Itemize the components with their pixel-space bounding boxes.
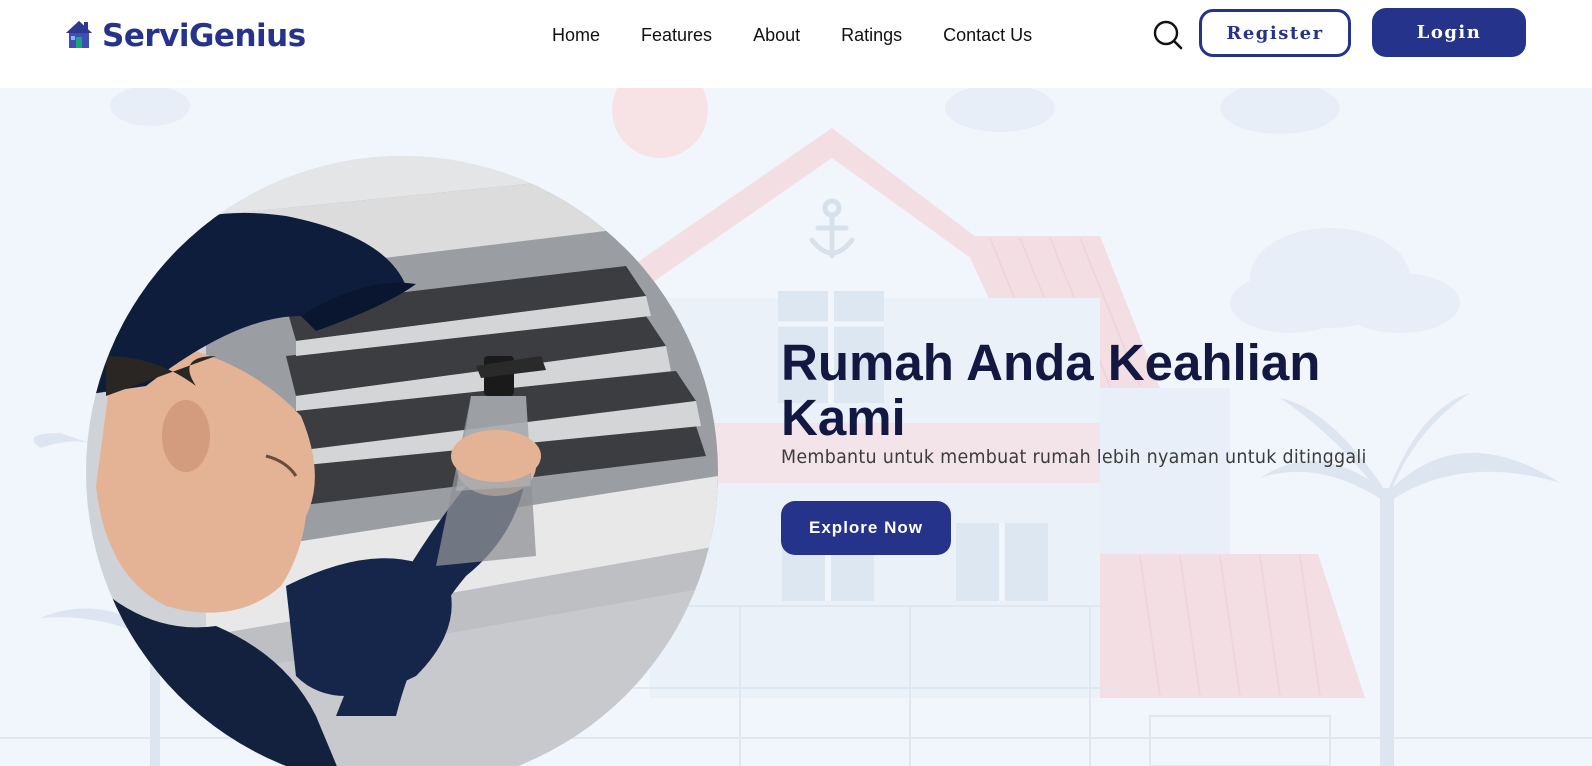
- nav-features[interactable]: Features: [641, 22, 712, 48]
- brand[interactable]: ServiGenius: [64, 14, 306, 58]
- nav-about[interactable]: About: [753, 22, 800, 48]
- nav-home[interactable]: Home: [552, 22, 600, 48]
- hero-section: Rumah Anda Keahlian Kami Membantu untuk …: [0, 88, 1592, 766]
- nav-ratings[interactable]: Ratings: [841, 22, 902, 48]
- technician-photo: [86, 156, 718, 766]
- top-navbar: ServiGenius Home Features About Ratings …: [0, 0, 1592, 88]
- hero-subtitle: Membantu untuk membuat rumah lebih nyama…: [781, 446, 1367, 468]
- nav-contact-us[interactable]: Contact Us: [943, 22, 1032, 48]
- login-button[interactable]: Login: [1372, 8, 1526, 57]
- search-icon[interactable]: [1153, 20, 1183, 50]
- hero-title: Rumah Anda Keahlian Kami: [781, 334, 1321, 446]
- explore-now-button[interactable]: Explore Now: [781, 501, 951, 555]
- register-button[interactable]: Register: [1199, 9, 1351, 57]
- house-logo-icon: [64, 18, 94, 55]
- brand-name: ServiGenius: [102, 18, 306, 54]
- main-nav: Home Features About Ratings Contact Us: [552, 22, 1032, 48]
